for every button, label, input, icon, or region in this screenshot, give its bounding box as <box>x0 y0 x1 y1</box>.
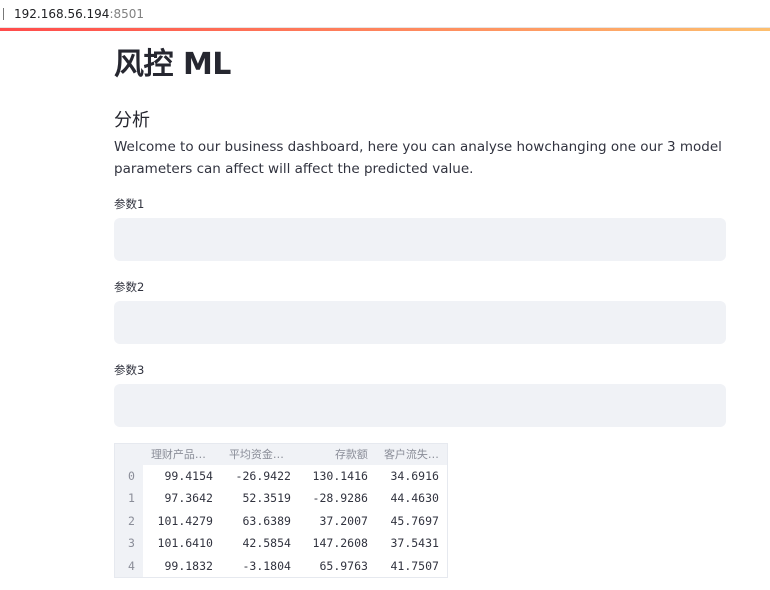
table-cell[interactable]: 52.3519 <box>221 487 299 510</box>
table-cell[interactable]: 44.4630 <box>376 487 448 510</box>
table-cell[interactable]: 101.6410 <box>143 532 221 555</box>
table-cell[interactable]: 65.9763 <box>299 555 376 578</box>
table-cell[interactable]: 99.4154 <box>143 465 221 488</box>
param2-input[interactable] <box>114 301 726 344</box>
table-cell[interactable]: 34.6916 <box>376 465 448 488</box>
table-cell[interactable]: 37.5431 <box>376 532 448 555</box>
table-row: 1 97.3642 52.3519 -28.9286 44.4630 <box>114 487 448 510</box>
table-row: 3 101.6410 42.5854 147.2608 37.5431 <box>114 532 448 555</box>
column-header[interactable]: 平均资金… <box>220 443 299 465</box>
address-bar[interactable]: 192.168.56.194:8501 <box>0 0 770 28</box>
table-cell[interactable]: -28.9286 <box>299 487 376 510</box>
row-index: 4 <box>114 554 143 577</box>
index-header <box>114 443 143 465</box>
table-cell[interactable]: 37.2007 <box>299 510 376 533</box>
table-cell[interactable]: 63.6389 <box>221 510 299 533</box>
row-index: 2 <box>114 509 143 532</box>
param3-input[interactable] <box>114 384 726 427</box>
table-row: 4 99.1832 -3.1804 65.9763 41.7507 <box>114 554 448 578</box>
table-cell[interactable]: 99.1832 <box>143 555 221 578</box>
table-cell[interactable]: 147.2608 <box>299 532 376 555</box>
param1-input[interactable] <box>114 218 726 261</box>
column-header[interactable]: 客户流失… <box>375 443 448 465</box>
table-header: 理财产品… 平均资金… 存款额 客户流失… <box>114 443 448 465</box>
table-cell[interactable]: 41.7507 <box>376 555 448 578</box>
row-index: 3 <box>114 532 143 555</box>
url-port: :8501 <box>109 7 145 21</box>
page-title: 风控 ML <box>114 47 231 82</box>
table-cell[interactable]: 45.7697 <box>376 510 448 533</box>
table-row: 2 101.4279 63.6389 37.2007 45.7697 <box>114 509 448 533</box>
table-cell[interactable]: 101.4279 <box>143 510 221 533</box>
table-cell[interactable]: -3.1804 <box>221 555 299 578</box>
column-header[interactable]: 理财产品… <box>142 443 221 465</box>
intro-text: Welcome to our business dashboard, here … <box>114 139 722 177</box>
row-index: 1 <box>114 487 143 510</box>
url-host: 192.168.56.194 <box>14 7 110 21</box>
table-cell[interactable]: 130.1416 <box>299 465 376 488</box>
data-table[interactable]: 理财产品… 平均资金… 存款额 客户流失… 0 99.4154 -26.9422 13… <box>114 443 448 578</box>
subheader: 分析 <box>114 110 150 131</box>
table-cell[interactable]: -26.9422 <box>221 465 299 488</box>
text-caret <box>3 8 4 20</box>
column-header[interactable]: 存款额 <box>298 443 376 465</box>
param1-label: 参数1 <box>114 197 145 211</box>
table-cell[interactable]: 97.3642 <box>143 487 221 510</box>
main-content: 风控 ML 分析 Welcome to our business dashboa… <box>114 31 726 578</box>
param2-label: 参数2 <box>114 280 145 294</box>
table-cell[interactable]: 42.5854 <box>221 532 299 555</box>
param3-label: 参数3 <box>114 363 145 377</box>
table-row: 0 99.4154 -26.9422 130.1416 34.6916 <box>114 464 448 488</box>
row-index: 0 <box>114 464 143 487</box>
